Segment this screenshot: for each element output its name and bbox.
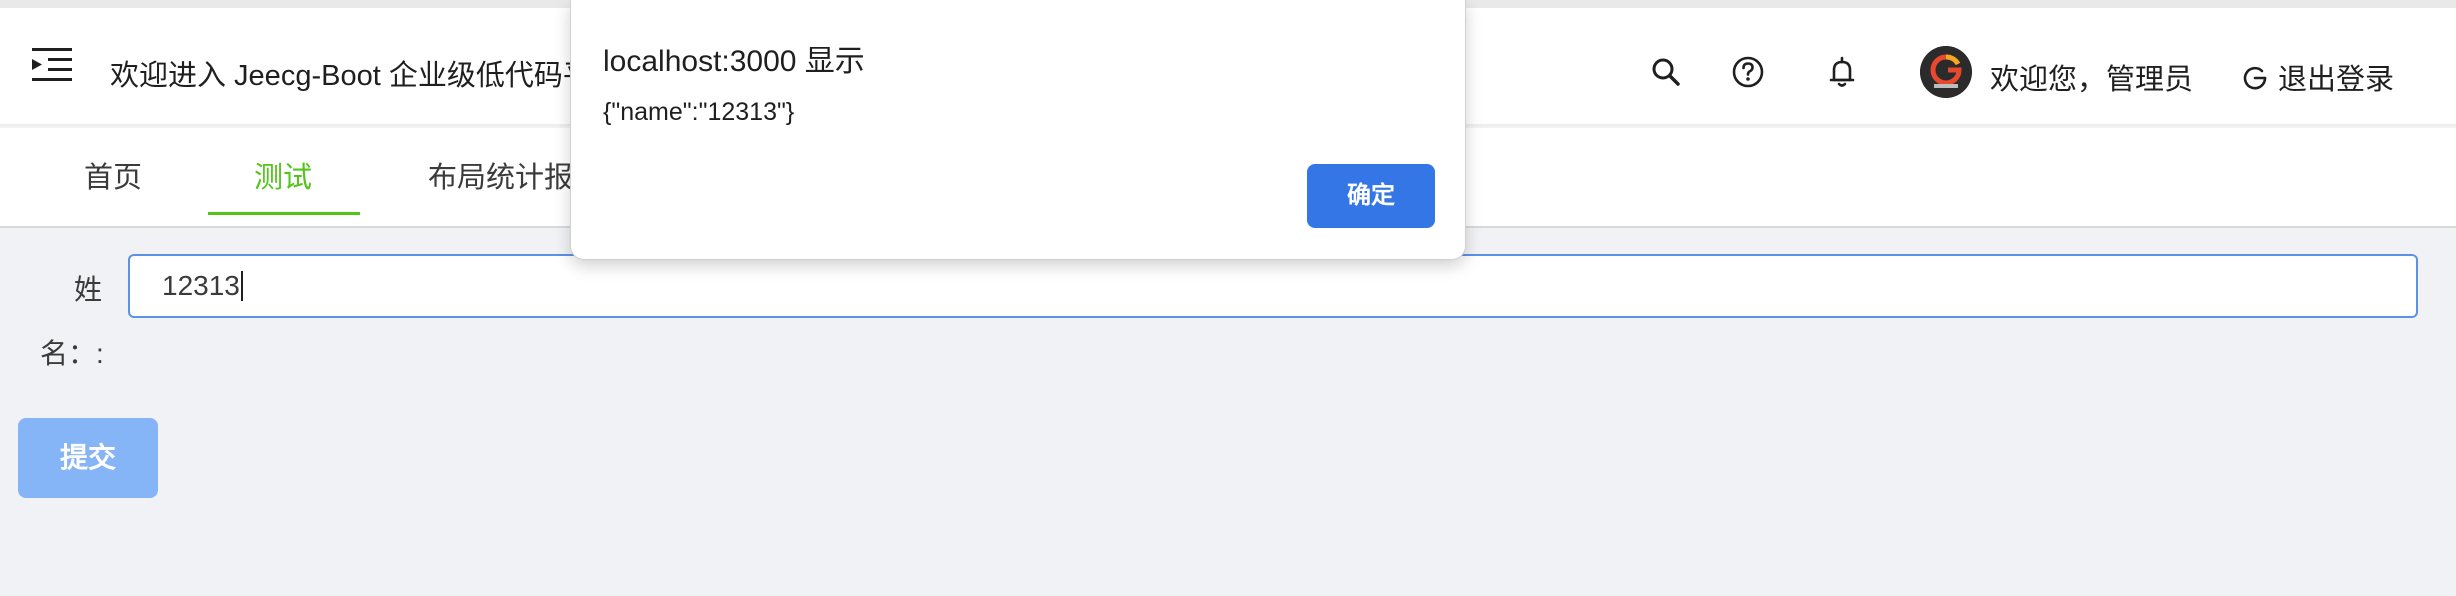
dialog-title: localhost:3000 显示 bbox=[603, 45, 865, 78]
submit-button[interactable]: 提交 bbox=[18, 418, 158, 498]
name-input[interactable]: 12313 bbox=[128, 254, 2418, 318]
app-root: 欢迎进入 Jeecg-Boot 企业级低代码平台 欢迎您，管理员 退出登录 首页… bbox=[0, 0, 2456, 596]
bell-icon[interactable] bbox=[1824, 54, 1860, 90]
question-circle-icon[interactable] bbox=[1730, 54, 1766, 90]
tab-home[interactable]: 首页 bbox=[84, 154, 142, 196]
logout-button[interactable]: 退出登录 bbox=[2240, 56, 2394, 101]
avatar[interactable] bbox=[1920, 46, 1972, 98]
dialog-message: {"name":"12313"} bbox=[603, 98, 795, 126]
alert-dialog: localhost:3000 显示 {"name":"12313"} 确定 bbox=[570, 0, 1466, 260]
name-field-label: 姓 bbox=[74, 274, 103, 305]
user-greeting[interactable]: 欢迎您，管理员 bbox=[1990, 56, 2193, 98]
page-title: 欢迎进入 Jeecg-Boot 企业级低代码平台 bbox=[110, 60, 621, 92]
active-tab-indicator bbox=[208, 212, 360, 215]
name-input-value: 12313 bbox=[162, 270, 240, 301]
text-caret bbox=[240, 271, 243, 301]
logout-icon bbox=[2240, 63, 2270, 101]
main-content: 姓 名：: 12313 提交 bbox=[0, 230, 2456, 596]
menu-fold-icon[interactable] bbox=[30, 44, 74, 84]
logout-label: 退出登录 bbox=[2278, 64, 2395, 96]
search-icon[interactable] bbox=[1648, 54, 1684, 90]
tab-test[interactable]: 测试 bbox=[254, 154, 312, 196]
name-field-label-cont: 名：: bbox=[40, 338, 104, 369]
dialog-ok-button[interactable]: 确定 bbox=[1307, 164, 1435, 228]
